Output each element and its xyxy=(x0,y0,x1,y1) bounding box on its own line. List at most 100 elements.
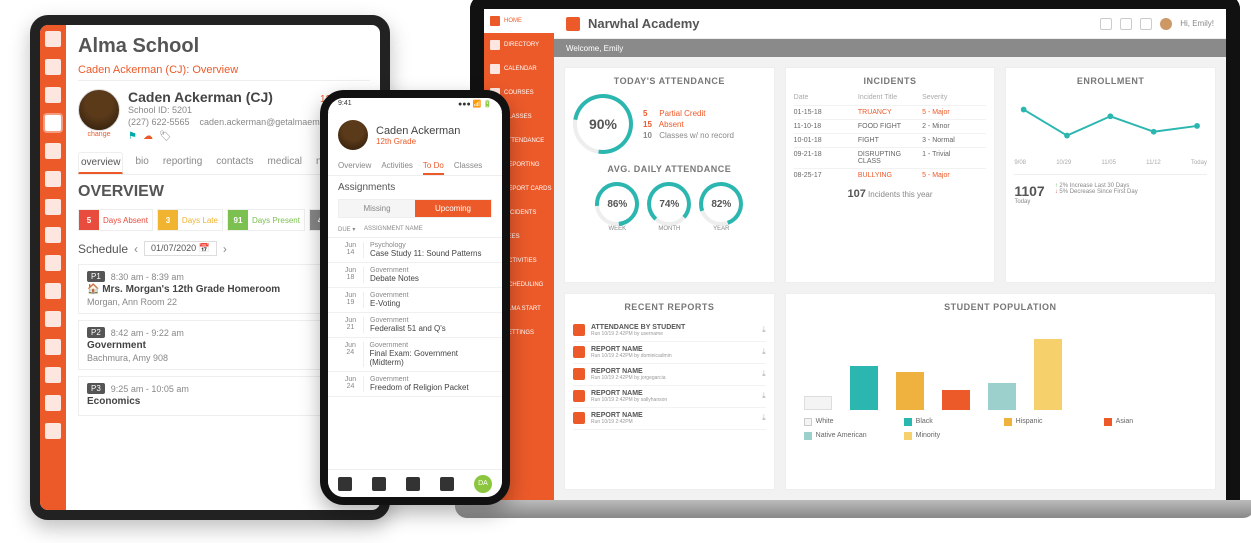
stat-row: 15 Absent xyxy=(643,120,734,129)
download-icon[interactable]: ⤓ xyxy=(762,347,766,357)
report-icon xyxy=(573,368,585,380)
incident-row[interactable]: 11-10-18FOOD FIGHT2 - Minor xyxy=(794,119,987,133)
user-greeting: Hi, Emily! xyxy=(1180,19,1214,28)
nav-expand-icon[interactable] xyxy=(45,423,61,439)
download-icon[interactable]: ⤓ xyxy=(762,391,766,401)
tab-overview[interactable]: Overview xyxy=(338,158,371,175)
assignment-row[interactable]: Jun19 GovernmentE-Voting xyxy=(328,288,502,313)
card-title: INCIDENTS xyxy=(794,76,987,86)
tab-reporting[interactable]: reporting xyxy=(161,152,204,174)
download-icon[interactable]: ⤓ xyxy=(762,413,766,423)
student-avatar[interactable] xyxy=(78,89,120,131)
report-row[interactable]: REPORT NAMERun 10/19 2:42PM ⤓ xyxy=(573,408,766,430)
contacts-icon[interactable] xyxy=(372,477,386,491)
mail-icon[interactable] xyxy=(1100,18,1112,30)
segment-control: Missing Upcoming xyxy=(338,199,492,218)
pop-bar xyxy=(804,396,832,410)
population-bar-chart xyxy=(794,320,1207,410)
breadcrumb[interactable]: Caden Ackerman (CJ): Overview xyxy=(78,64,370,81)
card-subtitle: AVG. DAILY ATTENDANCE xyxy=(573,164,766,174)
tab-bio[interactable]: bio xyxy=(133,152,150,174)
incidents-total: 107 Incidents this year xyxy=(794,188,987,200)
logo-icon[interactable] xyxy=(566,17,580,31)
nav-icon[interactable] xyxy=(45,367,61,383)
tab-classes[interactable]: Classes xyxy=(454,158,482,175)
incident-row[interactable]: 09-21-18DISRUPTING CLASS1 - Trivial xyxy=(794,147,987,168)
tab-overview[interactable]: overview xyxy=(78,152,123,174)
nav-icon[interactable] xyxy=(45,143,61,159)
incident-row[interactable]: 10-01-18FIGHT3 - Normal xyxy=(794,133,987,147)
nav-icon[interactable] xyxy=(45,59,61,75)
avg-ring: 74%MONTH xyxy=(647,182,691,232)
nav-icon[interactable] xyxy=(45,311,61,327)
nav-directory[interactable]: DIRECTORY xyxy=(484,33,554,57)
assignment-row[interactable]: Jun21 GovernmentFederalist 51 and Q's xyxy=(328,313,502,338)
pop-bar xyxy=(896,372,924,410)
nav-icon[interactable] xyxy=(45,395,61,411)
tab-todo[interactable]: To Do xyxy=(423,158,444,175)
schedule-prev-icon[interactable]: ‹ xyxy=(134,242,138,256)
school-title: Alma School xyxy=(78,35,370,58)
nav-icon[interactable] xyxy=(45,87,61,103)
assignment-row[interactable]: Jun18 GovernmentDebate Notes xyxy=(328,263,502,288)
student-avatar[interactable] xyxy=(338,120,368,150)
nav-icon[interactable] xyxy=(45,227,61,243)
flag-icon[interactable]: ⚑ xyxy=(128,131,137,142)
download-icon[interactable]: ⤓ xyxy=(762,325,766,335)
report-row[interactable]: REPORT NAMERun 10/19 2:42PM by sallyhans… xyxy=(573,386,766,408)
nav-icon[interactable] xyxy=(45,339,61,355)
nav-icon[interactable] xyxy=(45,171,61,187)
assignment-row[interactable]: Jun14 PsychologyCase Study 11: Sound Pat… xyxy=(328,238,502,263)
badge-late: 3Days Late xyxy=(157,209,223,231)
incident-row[interactable]: 01-15-18TRUANCY5 - Major xyxy=(794,105,987,119)
legend-item: Asian xyxy=(1104,418,1184,426)
legend-item: Native American xyxy=(804,432,884,440)
nav-icon[interactable] xyxy=(45,255,61,271)
nav-calendar[interactable]: CALENDAR xyxy=(484,57,554,81)
student-phone: (227) 622-5565 xyxy=(128,117,190,127)
download-icon[interactable]: ⤓ xyxy=(762,369,766,379)
section-heading: Assignments xyxy=(328,176,502,199)
tab-contacts[interactable]: contacts xyxy=(214,152,255,174)
report-row[interactable]: ATTENDANCE BY STUDENTRun 10/19 2:42PM by… xyxy=(573,320,766,342)
tab-activities[interactable]: Activities xyxy=(381,158,413,175)
card-title: TODAY'S ATTENDANCE xyxy=(573,76,766,86)
laptop-base xyxy=(455,500,1251,518)
assignment-row[interactable]: Jun24 GovernmentFinal Exam: Government (… xyxy=(328,338,502,372)
badge-absent: 5Days Absent xyxy=(78,209,153,231)
legend-item: Black xyxy=(904,418,984,426)
card-attendance: TODAY'S ATTENDANCE 90% 5 Partial Credit1… xyxy=(564,67,775,283)
card-title: STUDENT POPULATION xyxy=(794,302,1207,312)
home-icon[interactable] xyxy=(338,477,352,491)
enrollment-line-chart xyxy=(1014,94,1207,154)
chart-legend: WhiteBlackHispanicAsianNative AmericanMi… xyxy=(794,418,1207,440)
seg-upcoming[interactable]: Upcoming xyxy=(415,200,491,217)
announce-icon[interactable] xyxy=(1120,18,1132,30)
legend-item: Hispanic xyxy=(1004,418,1084,426)
calendar-icon[interactable] xyxy=(406,477,420,491)
schedule-next-icon[interactable]: › xyxy=(223,242,227,256)
nav-home[interactable]: HOME xyxy=(484,9,554,33)
incident-row[interactable]: 08-25-17BULLYING5 - Major xyxy=(794,168,987,182)
help-icon[interactable] xyxy=(1140,18,1152,30)
nav-icon[interactable] xyxy=(45,199,61,215)
report-row[interactable]: REPORT NAMERun 10/19 2:42PM by dominicad… xyxy=(573,342,766,364)
seg-missing[interactable]: Missing xyxy=(339,200,415,217)
announce-icon[interactable] xyxy=(440,477,454,491)
chart-axis: 9/08 10/29 11/05 11/12 Today xyxy=(1014,160,1207,166)
tab-medical[interactable]: medical xyxy=(266,152,304,174)
profile-badge[interactable]: DA xyxy=(474,475,492,493)
assignment-row[interactable]: Jun24 GovernmentFreedom of Religion Pack… xyxy=(328,372,502,397)
nav-icon[interactable] xyxy=(45,283,61,299)
user-avatar[interactable] xyxy=(1160,18,1172,30)
report-row[interactable]: REPORT NAMERun 10/19 2:42PM by jorgegarc… xyxy=(573,364,766,386)
schedule-date-picker[interactable]: 01/07/2020 📅 xyxy=(144,241,217,256)
card-incidents: INCIDENTS Date Incident Title Severity 0… xyxy=(785,67,996,283)
cloud-icon[interactable]: ☁ xyxy=(143,131,153,142)
nav-icon[interactable] xyxy=(45,31,61,47)
phone-device: 9:41●●● 📶 🔋 Caden Ackerman 12th Grade Ov… xyxy=(320,90,510,505)
tag-icon[interactable]: 🏷 xyxy=(159,131,172,142)
card-enrollment: ENROLLMENT 9/08 10/29 11/05 11/12 xyxy=(1005,67,1216,283)
change-photo-link[interactable]: change xyxy=(78,131,120,138)
nav-icon[interactable] xyxy=(45,115,61,131)
